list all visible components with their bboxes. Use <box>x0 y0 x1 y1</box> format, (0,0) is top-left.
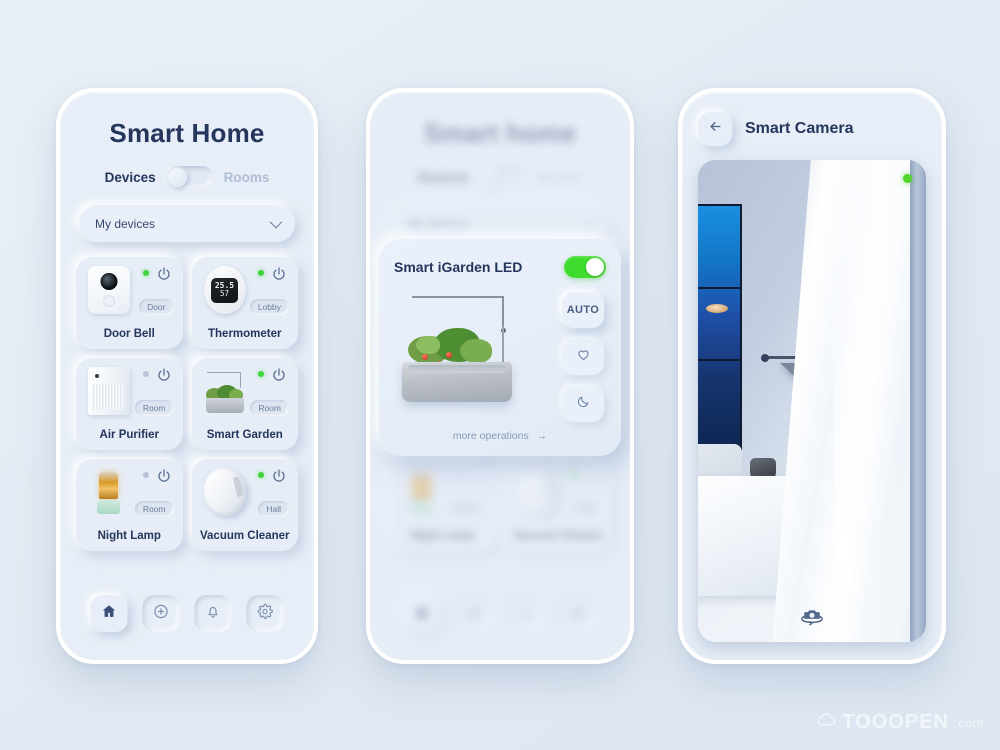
device-name: Thermometer <box>208 328 282 340</box>
power-switch[interactable] <box>564 256 606 278</box>
air-purifier-thumbnail <box>88 367 130 415</box>
status-dot <box>258 472 264 478</box>
nav-settings-button[interactable] <box>246 595 284 632</box>
cloud-icon <box>815 711 837 734</box>
igarden-product-image <box>394 290 562 408</box>
segment-rooms-label[interactable]: Rooms <box>224 170 270 185</box>
gear-icon <box>257 603 274 625</box>
power-icon[interactable] <box>156 367 172 383</box>
bottom-navigation <box>90 595 284 632</box>
recording-indicator <box>903 174 912 183</box>
camera-screen: Smart Camera <box>682 92 942 660</box>
camera-360-icon <box>799 610 825 632</box>
device-grid: Door Door Bell 25.5 57 Lobby Thermometer… <box>76 257 298 551</box>
device-card-night-lamp[interactable]: Room Night Lamp <box>76 459 183 551</box>
device-card-air-purifier[interactable]: Room Air Purifier <box>76 358 183 450</box>
power-icon[interactable] <box>156 468 172 484</box>
more-operations-link[interactable]: more operations → <box>394 430 606 442</box>
status-dot <box>142 270 149 276</box>
humidity-reading: 57 <box>219 289 230 299</box>
window-frame <box>910 160 926 642</box>
doorbell-thumbnail <box>88 266 130 314</box>
back-button[interactable] <box>698 112 732 146</box>
toggle-knob <box>168 167 188 187</box>
window-curtain-fold <box>834 160 912 642</box>
vacuum-cleaner-thumbnail <box>198 463 251 521</box>
device-detail-modal: Smart iGarden LED AUTO more operations → <box>379 239 621 456</box>
watermark-suffix: .com <box>953 715 984 730</box>
devices-rooms-toggle[interactable] <box>166 166 213 188</box>
status-dot <box>142 472 149 478</box>
moon-icon <box>576 394 591 414</box>
modal-header: Smart iGarden LED <box>394 256 606 278</box>
status-dot <box>258 270 264 276</box>
favorite-button[interactable] <box>562 339 604 375</box>
home-screen: Smart Home Devices Rooms My devices Door… <box>60 92 314 660</box>
auto-mode-button[interactable]: AUTO <box>562 292 604 328</box>
dropdown-value: My devices <box>95 216 156 231</box>
watermark: TOOOPEN .com <box>815 711 984 734</box>
smart-garden-thumbnail <box>204 367 246 415</box>
device-card-thermometer[interactable]: 25.5 57 Lobby Thermometer <box>191 257 298 349</box>
camera-live-feed[interactable] <box>698 160 926 642</box>
more-operations-label: more operations <box>452 430 529 442</box>
segment-devices-label[interactable]: Devices <box>105 170 156 185</box>
bell-icon <box>205 603 222 625</box>
room-badge: Room <box>134 400 174 416</box>
my-devices-dropdown[interactable]: My devices <box>79 205 295 242</box>
night-mode-button[interactable] <box>562 386 604 422</box>
auto-label: AUTO <box>566 304 600 316</box>
decorative-plate <box>706 304 728 314</box>
power-icon[interactable] <box>271 266 287 282</box>
camera-360-button[interactable] <box>799 602 825 628</box>
room-badge: Lobby <box>249 299 289 315</box>
device-detail-screen: Smart home Devices Rooms My devices Door… <box>370 92 630 660</box>
device-name: Smart Garden <box>206 429 283 441</box>
status-dot <box>142 371 149 377</box>
thermometer-thumbnail: 25.5 57 <box>203 266 246 314</box>
phone-screen-camera: Smart Camera <box>678 88 946 664</box>
heart-icon <box>576 347 591 367</box>
modal-side-controls: AUTO <box>562 290 606 422</box>
plus-circle-icon <box>153 603 170 625</box>
nav-home-button[interactable] <box>90 595 128 632</box>
phone-screen-device-detail: Smart home Devices Rooms My devices Door… <box>366 88 634 664</box>
device-card-smart-garden[interactable]: Room Smart Garden <box>191 358 298 450</box>
device-card-door-bell[interactable]: Door Door Bell <box>76 257 183 349</box>
device-name: Air Purifier <box>99 429 159 441</box>
segmented-control[interactable]: Devices Rooms <box>60 166 314 188</box>
power-icon[interactable] <box>156 266 172 282</box>
room-badge: Door <box>139 299 174 315</box>
nav-add-button[interactable] <box>142 595 180 632</box>
thermometer-display: 25.5 57 <box>211 277 238 303</box>
device-name: Door Bell <box>103 328 155 340</box>
device-name: Night Lamp <box>97 530 161 542</box>
phone-screen-home: Smart Home Devices Rooms My devices Door… <box>56 88 318 664</box>
page-title: Smart Home <box>109 118 265 148</box>
night-lamp-thumbnail <box>88 468 130 516</box>
arrow-left-icon <box>708 119 723 139</box>
camera-page-title: Smart Camera <box>745 120 854 137</box>
camera-header: Smart Camera <box>682 92 942 146</box>
wall-art-panel <box>698 204 742 454</box>
home-icon <box>101 603 118 625</box>
room-badge: Hall <box>258 501 289 517</box>
room-badge: Room <box>134 501 174 517</box>
power-icon[interactable] <box>271 367 287 383</box>
status-dot <box>258 371 264 377</box>
nav-notifications-button[interactable] <box>194 595 232 632</box>
watermark-text: TOOOPEN <box>842 711 949 733</box>
modal-body: AUTO <box>394 290 606 422</box>
chevron-down-icon <box>269 215 283 229</box>
room-badge: Room <box>250 400 289 416</box>
device-card-vacuum-cleaner[interactable]: Hall Vacuum Cleaner <box>191 459 298 551</box>
power-icon[interactable] <box>271 468 287 484</box>
device-name: Vacuum Cleaner <box>200 530 290 542</box>
modal-title: Smart iGarden LED <box>394 259 523 275</box>
arrow-right-icon: → <box>536 430 548 442</box>
